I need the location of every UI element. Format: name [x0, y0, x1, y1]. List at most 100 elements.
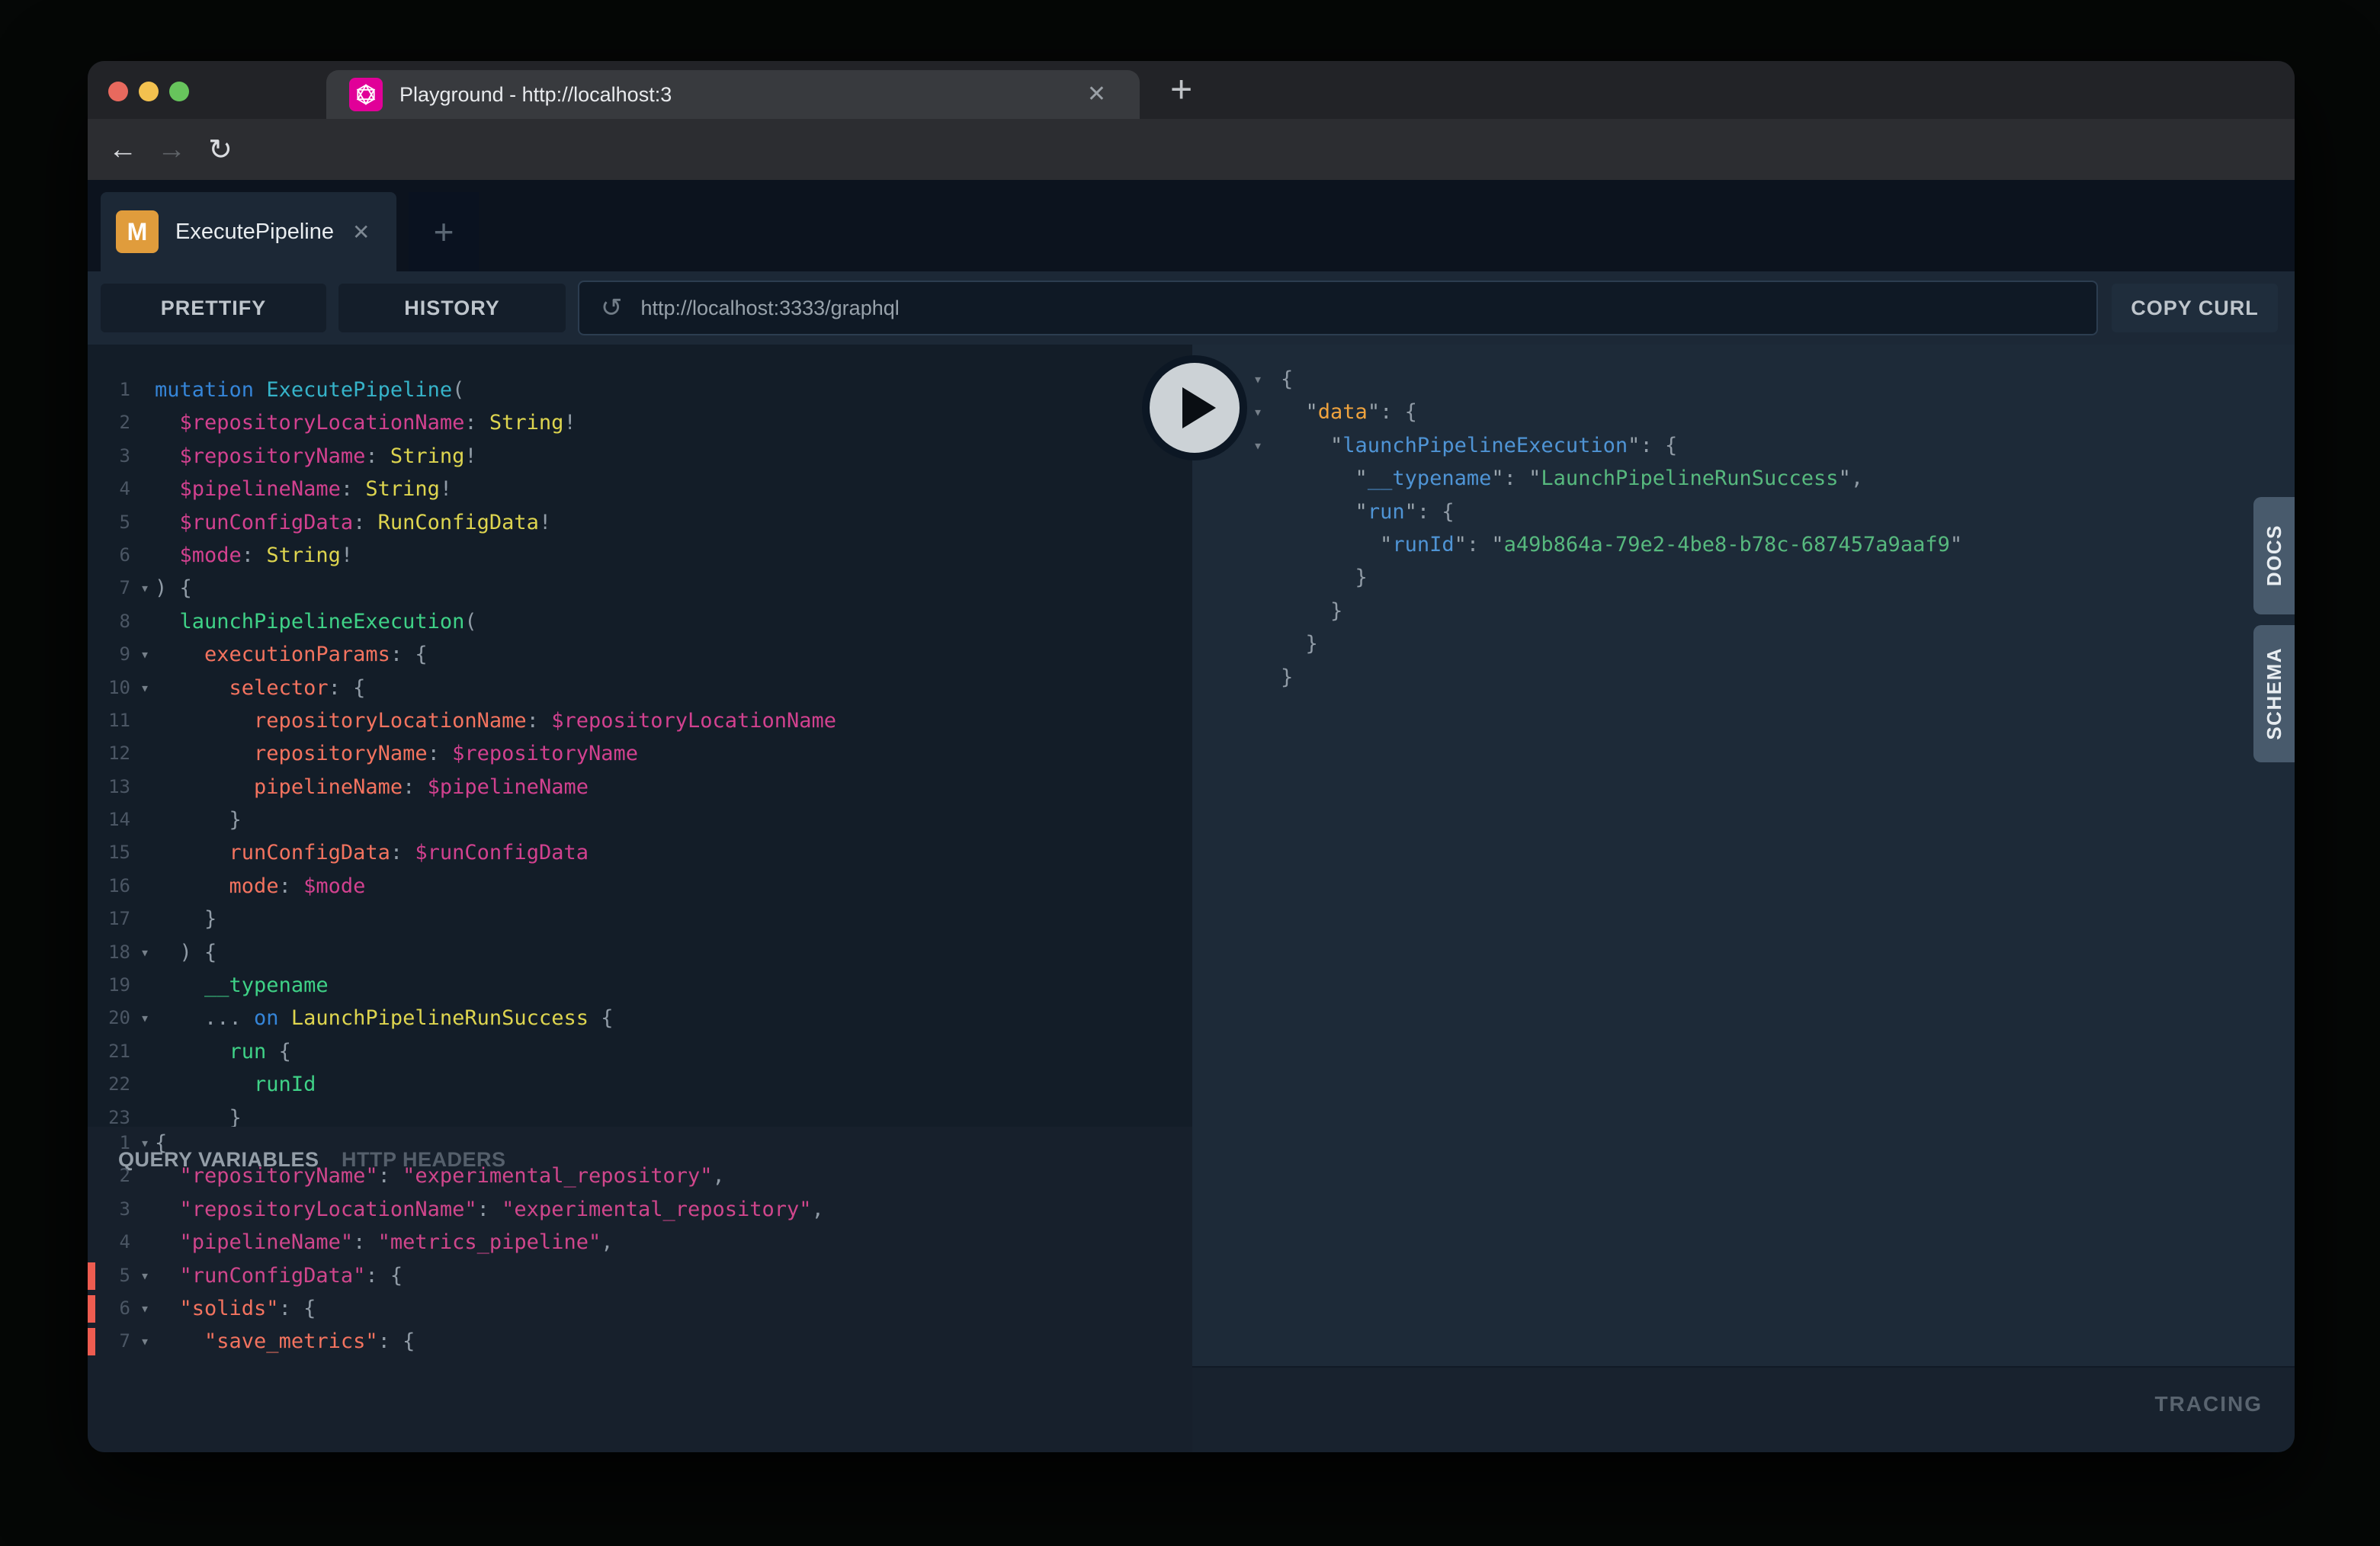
back-icon[interactable]: ←: [98, 133, 147, 166]
fold-arrow-icon[interactable]: ▾: [135, 1002, 155, 1034]
line-number: 4: [88, 1226, 135, 1259]
line-number: 9: [88, 638, 135, 671]
code-text: "save_metrics": {: [155, 1325, 1192, 1358]
query-variables-panel[interactable]: QUERY VARIABLES HTTP HEADERS 1▾{2 "repos…: [88, 1127, 1192, 1452]
fold-arrow-icon[interactable]: ▾: [135, 1127, 155, 1160]
new-tab-button[interactable]: +: [1170, 67, 1192, 111]
fold-arrow-icon[interactable]: ▾: [135, 936, 155, 969]
query-code-line[interactable]: 20▾ ... on LaunchPipelineRunSuccess {: [88, 1002, 1192, 1034]
query-code-line[interactable]: 10▾ selector: {: [88, 672, 1192, 704]
fold-arrow-icon[interactable]: ▾: [135, 672, 155, 704]
query-editor[interactable]: 1mutation ExecutePipeline(2 $repositoryL…: [88, 345, 1192, 1127]
fold-arrow-icon[interactable]: ▾: [135, 1292, 155, 1325]
fold-arrow-icon[interactable]: ▾: [135, 572, 155, 605]
copy-curl-button[interactable]: COPY CURL: [2112, 284, 2278, 332]
traffic-close-button[interactable]: [108, 82, 128, 101]
undo-icon[interactable]: ↺: [601, 293, 623, 323]
query-code-line[interactable]: 3 $repositoryName: String!: [88, 440, 1192, 473]
query-code-line[interactable]: 8 launchPipelineExecution(: [88, 605, 1192, 638]
fold-arrow-icon[interactable]: ▾: [135, 1259, 155, 1292]
query-code-line[interactable]: 2 $repositoryLocationName: String!: [88, 406, 1192, 439]
line-number: 20: [88, 1002, 135, 1034]
endpoint-input[interactable]: ↺ http://localhost:3333/graphql: [578, 281, 2098, 335]
query-code-line[interactable]: 15 runConfigData: $runConfigData: [88, 836, 1192, 869]
playground-tab-title: ExecutePipeline: [175, 220, 334, 245]
browser-tabstrip: Playground - http://localhost:3 ✕ +: [88, 61, 2295, 119]
browser-tab-title: Playground - http://localhost:3: [399, 83, 979, 107]
code-text: "solids": {: [155, 1292, 1192, 1325]
tab-close-icon[interactable]: ✕: [1087, 82, 1106, 107]
query-code-line[interactable]: 13 pipelineName: $pipelineName: [88, 771, 1192, 803]
code-text: ) {: [155, 572, 1192, 605]
query-code-line[interactable]: 16 mode: $mode: [88, 870, 1192, 903]
code-text: "runConfigData": {: [155, 1259, 1192, 1292]
fold-arrow-icon[interactable]: ▾: [1235, 429, 1281, 462]
code-text: $repositoryLocationName: String!: [155, 406, 1192, 439]
fold-arrow-icon[interactable]: ▾: [135, 1325, 155, 1358]
execute-button[interactable]: [1142, 355, 1247, 460]
line-number: 15: [88, 836, 135, 869]
code-text: selector: {: [155, 672, 1192, 704]
code-text: run {: [155, 1035, 1192, 1068]
query-code-line[interactable]: 6 $mode: String!: [88, 539, 1192, 572]
query-code-line[interactable]: 22 runId: [88, 1068, 1192, 1101]
fold-arrow-icon[interactable]: ▾: [135, 638, 155, 671]
query-code-line[interactable]: 17 }: [88, 903, 1192, 935]
desktop-background: Playground - http://localhost:3 ✕ + ← → …: [0, 0, 2380, 1546]
query-code-line[interactable]: 4 $pipelineName: String!: [88, 473, 1192, 505]
schema-label: SCHEMA: [2263, 647, 2286, 740]
browser-tab[interactable]: Playground - http://localhost:3 ✕: [326, 70, 1140, 119]
code-text: $pipelineName: String!: [155, 473, 1192, 505]
docs-side-tab[interactable]: DOCS: [2253, 497, 2295, 614]
variables-code-line[interactable]: 5▾ "runConfigData": {: [88, 1259, 1192, 1292]
code-text: }: [155, 803, 1192, 836]
line-number: 7: [88, 572, 135, 605]
query-code-line[interactable]: 12 repositoryName: $repositoryName: [88, 737, 1192, 770]
prettify-button[interactable]: PRETTIFY: [101, 284, 326, 332]
fold-gutter: [135, 1035, 155, 1068]
tracing-bar[interactable]: TRACING: [1192, 1366, 2295, 1452]
line-number: 1: [88, 374, 135, 406]
query-code-line[interactable]: 11 repositoryLocationName: $repositoryLo…: [88, 704, 1192, 737]
graphql-favicon-icon: [349, 78, 383, 111]
query-code-line[interactable]: 1mutation ExecutePipeline(: [88, 374, 1192, 406]
fold-gutter: [135, 506, 155, 539]
query-code-line[interactable]: 19 __typename: [88, 969, 1192, 1002]
code-text: {: [155, 1127, 1192, 1160]
playground-tab-close-icon[interactable]: ✕: [352, 220, 370, 245]
response-line: "run": {: [1235, 496, 2295, 528]
schema-side-tab[interactable]: SCHEMA: [2253, 625, 2295, 762]
variables-code-line[interactable]: 2 "repositoryName": "experimental_reposi…: [88, 1160, 1192, 1192]
play-icon: [1182, 387, 1216, 428]
reload-icon[interactable]: ↻: [196, 133, 245, 167]
playground-tab-executepipeline[interactable]: M ExecutePipeline ✕: [101, 192, 396, 271]
code-text: "repositoryName": "experimental_reposito…: [155, 1160, 1192, 1192]
line-number: 13: [88, 771, 135, 803]
variables-code-line[interactable]: 3 "repositoryLocationName": "experimenta…: [88, 1193, 1192, 1226]
code-text: "repositoryLocationName": "experimental_…: [155, 1193, 1192, 1226]
query-code-line[interactable]: 9▾ executionParams: {: [88, 638, 1192, 671]
query-code-line[interactable]: 18▾ ) {: [88, 936, 1192, 969]
query-code-line[interactable]: 21 run {: [88, 1035, 1192, 1068]
response-line: ▾{: [1235, 363, 2295, 396]
tab-title-fade: [957, 70, 1056, 119]
traffic-zoom-button[interactable]: [169, 82, 189, 101]
traffic-minimize-button[interactable]: [139, 82, 159, 101]
code-text: executionParams: {: [155, 638, 1192, 671]
line-number: 22: [88, 1068, 135, 1101]
fold-gutter: [135, 836, 155, 869]
variables-code-line[interactable]: 7▾ "save_metrics": {: [88, 1325, 1192, 1358]
forward-icon[interactable]: →: [147, 133, 196, 166]
fold-gutter: [135, 803, 155, 836]
fold-gutter: [135, 539, 155, 572]
history-button[interactable]: HISTORY: [338, 284, 566, 332]
variables-code-line[interactable]: 6▾ "solids": {: [88, 1292, 1192, 1325]
code-text: repositoryLocationName: $repositoryLocat…: [155, 704, 1192, 737]
query-code-line[interactable]: 14 }: [88, 803, 1192, 836]
variables-code-line[interactable]: 4 "pipelineName": "metrics_pipeline",: [88, 1226, 1192, 1259]
query-code-line[interactable]: 23 }: [88, 1102, 1192, 1127]
playground-new-tab-button[interactable]: +: [409, 192, 479, 271]
variables-code-line[interactable]: 1▾{: [88, 1127, 1192, 1160]
query-code-line[interactable]: 7▾) {: [88, 572, 1192, 605]
query-code-line[interactable]: 5 $runConfigData: RunConfigData!: [88, 506, 1192, 539]
